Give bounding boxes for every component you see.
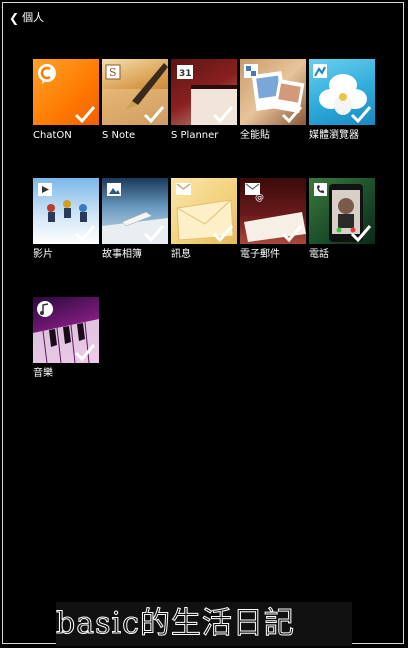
app-label: 全能貼 (240, 130, 270, 141)
chevron-left-icon[interactable]: ❮ (9, 10, 19, 26)
watermark: basic的生活日記 (56, 602, 352, 646)
app-label: ChatON (33, 130, 72, 141)
app-label: 媒體瀏覽器 (309, 130, 359, 141)
phone-thumbnail (309, 178, 375, 244)
app-label: 影片 (33, 249, 53, 260)
app-tile-scrapbook[interactable]: 全能貼 (240, 59, 306, 142)
app-tile-music[interactable]: 音樂 (33, 297, 99, 380)
svg-text:S: S (109, 66, 117, 79)
app-tile-messages[interactable]: 訊息 (171, 178, 237, 261)
scrapbook-thumbnail (240, 59, 306, 125)
selected-check-icon (74, 225, 96, 242)
selected-check-icon (281, 106, 303, 123)
music-thumbnail (33, 297, 99, 363)
app-label: S Planner (171, 130, 219, 141)
app-label: 訊息 (171, 249, 191, 260)
selected-check-icon (281, 225, 303, 242)
app-tile-phone[interactable]: 電話 (309, 178, 375, 261)
app-label: 音樂 (33, 368, 53, 379)
back-header[interactable]: ❮ 個人 (9, 10, 44, 26)
app-label: 電子郵件 (240, 249, 280, 260)
svg-text:@: @ (255, 193, 264, 203)
app-tile-snote[interactable]: S S Note (102, 59, 168, 142)
selected-check-icon (74, 106, 96, 123)
app-tile-video[interactable]: 影片 (33, 178, 99, 261)
app-tile-story[interactable]: 故事相簿 (102, 178, 168, 261)
page-title: 個人 (22, 11, 45, 24)
app-tile-splanner[interactable]: 31 S Planner (171, 59, 237, 142)
story-thumbnail (102, 178, 168, 244)
video-thumbnail (33, 178, 99, 244)
selected-check-icon (212, 106, 234, 123)
svg-text:31: 31 (179, 69, 192, 79)
app-label: 故事相簿 (102, 249, 142, 260)
selected-check-icon (74, 344, 96, 361)
browser-thumbnail (309, 59, 375, 125)
selected-check-icon (350, 106, 372, 123)
app-tile-email[interactable]: @ 電子郵件 (240, 178, 306, 261)
splanner-thumbnail: 31 (171, 59, 237, 125)
selected-check-icon (212, 225, 234, 242)
app-tile-chaton[interactable]: ChatON (33, 59, 99, 142)
chaton-thumbnail (33, 59, 99, 125)
selected-check-icon (143, 225, 165, 242)
app-tile-browser[interactable]: 媒體瀏覽器 (309, 59, 375, 142)
email-thumbnail: @ (240, 178, 306, 244)
snote-thumbnail: S (102, 59, 168, 125)
messages-thumbnail (171, 178, 237, 244)
app-label: 電話 (309, 249, 329, 260)
app-label: S Note (102, 130, 136, 141)
selected-check-icon (350, 225, 372, 242)
selected-check-icon (143, 106, 165, 123)
